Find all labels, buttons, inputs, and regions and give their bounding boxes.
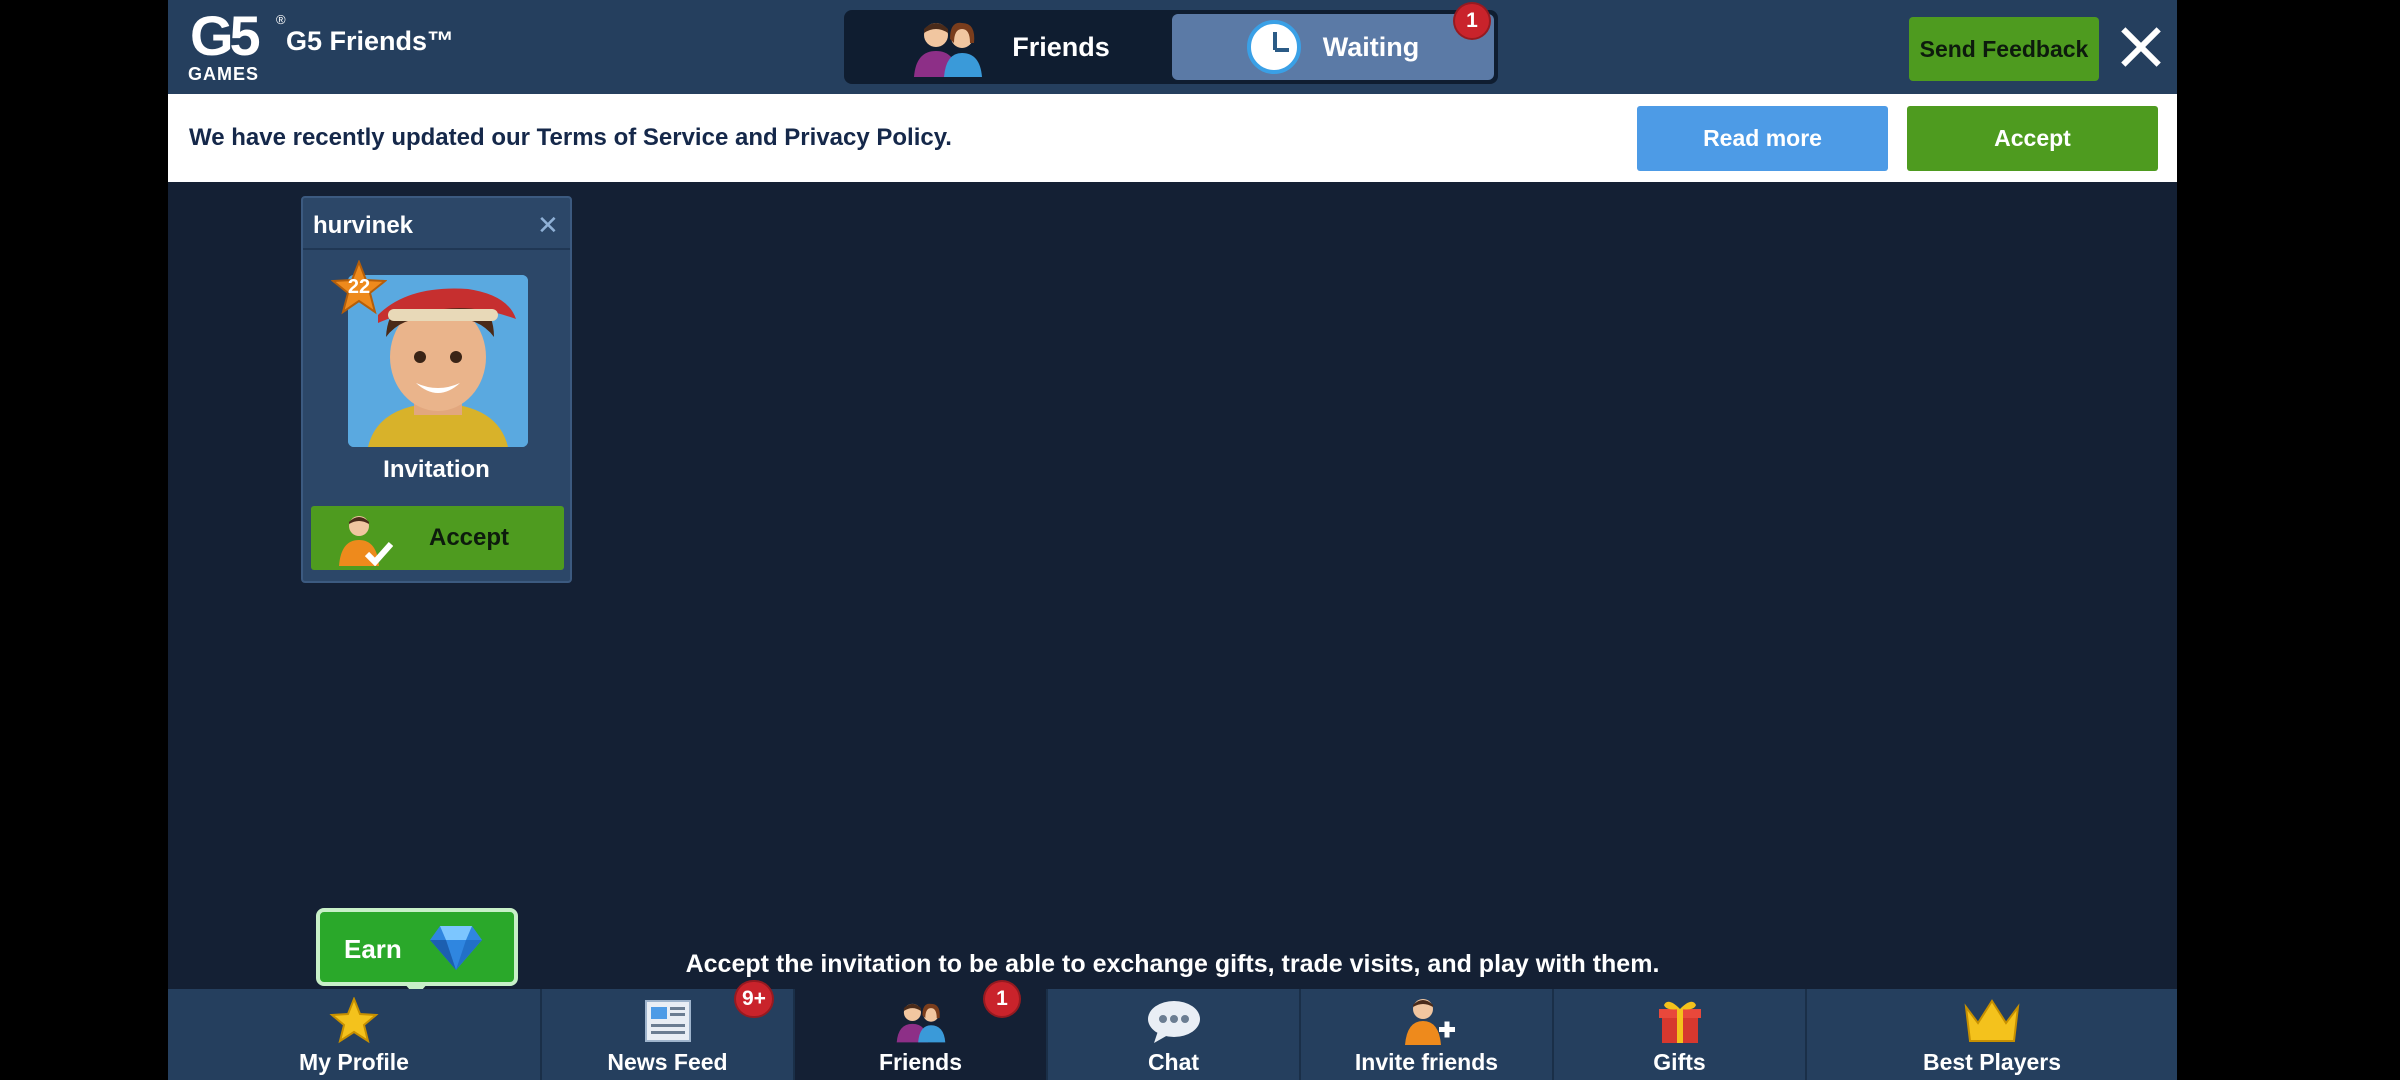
g5-friends-window: G5 ® GAMES G5 Friends™ Friends Waiting 1…: [168, 0, 2177, 1080]
nav-news-feed-label: News Feed: [607, 1049, 728, 1075]
waiting-count-badge: 1: [1453, 2, 1491, 40]
crown-icon: [1964, 999, 2020, 1042]
read-more-button[interactable]: Read more: [1637, 106, 1888, 171]
logo-subtitle: GAMES: [188, 64, 260, 84]
accept-terms-button[interactable]: Accept: [1907, 106, 2158, 171]
registered-mark: ®: [276, 12, 286, 27]
earn-button[interactable]: Earn: [316, 908, 518, 986]
terms-notice-text: We have recently updated our Terms of Se…: [189, 124, 952, 151]
friends-badge: 1: [983, 980, 1021, 1018]
nav-gifts[interactable]: Gifts: [1554, 989, 1807, 1080]
logo-mark: G5: [190, 4, 261, 67]
close-icon[interactable]: [2116, 22, 2166, 72]
clock-icon: [1246, 20, 1301, 74]
friends-icon: [896, 1003, 945, 1043]
news-feed-badge: 9+: [734, 980, 774, 1018]
tab-friends[interactable]: Friends: [848, 14, 1168, 80]
gem-icon: [430, 926, 482, 970]
dismiss-invite-icon[interactable]: ✕: [537, 210, 559, 241]
top-bar: G5 ® GAMES G5 Friends™ Friends Waiting 1…: [168, 0, 2177, 94]
earn-label: Earn: [344, 934, 402, 964]
nav-invite-friends-label: Invite friends: [1354, 1049, 1499, 1075]
player-name: hurvinek: [313, 212, 414, 239]
g5-games-logo: G5 ® GAMES: [186, 6, 286, 86]
nav-best-players-label: Best Players: [1922, 1049, 2062, 1075]
tab-waiting-label: Waiting: [1322, 31, 1420, 62]
divider: [303, 248, 570, 250]
terms-notice-bar: We have recently updated our Terms of Se…: [168, 94, 2177, 182]
nav-best-players[interactable]: Best Players: [1807, 989, 2177, 1080]
nav-chat[interactable]: Chat: [1048, 989, 1301, 1080]
nav-friends-label: Friends: [878, 1049, 963, 1075]
gift-icon: [1658, 1001, 1701, 1043]
player-level: 22: [347, 276, 371, 298]
tab-waiting[interactable]: Waiting: [1172, 14, 1494, 80]
bottom-navigation: My Profile News Feed Friends Chat Invite…: [168, 989, 2177, 1080]
send-feedback-button[interactable]: Send Feedback: [1909, 17, 2099, 81]
nav-chat-label: Chat: [1147, 1049, 1200, 1075]
nav-my-profile-label: My Profile: [299, 1049, 409, 1075]
newspaper-icon: [644, 1000, 691, 1042]
chat-bubbles-icon: [1147, 1001, 1200, 1043]
nav-gifts-label: Gifts: [1653, 1049, 1706, 1075]
add-person-icon: [1404, 999, 1455, 1045]
friends-waiting-tabs: Friends Waiting: [844, 10, 1498, 84]
accept-invitation-label: Accept: [429, 524, 510, 551]
nav-invite-friends[interactable]: Invite friends: [1301, 989, 1554, 1080]
tab-friends-label: Friends: [1012, 31, 1110, 62]
star-icon: [329, 997, 379, 1044]
friends-icon: [914, 22, 983, 77]
accept-person-icon: [339, 516, 393, 566]
app-title: G5 Friends™: [286, 26, 455, 56]
invitation-status: Invitation: [383, 456, 490, 483]
invitation-card: hurvinek ✕ 22 Invitation Accept: [301, 196, 572, 583]
nav-my-profile[interactable]: My Profile: [168, 989, 542, 1080]
accept-invitation-button[interactable]: Accept: [311, 506, 564, 570]
level-star-icon: 22: [330, 259, 388, 316]
